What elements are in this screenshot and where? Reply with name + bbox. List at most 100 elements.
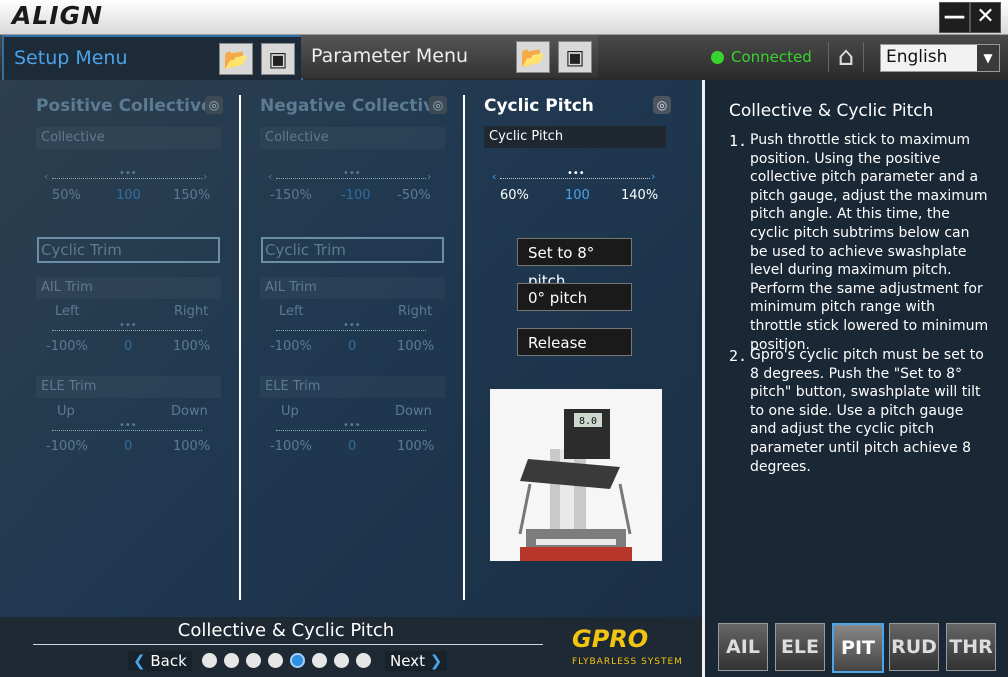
cyclic-trim-header: Cyclic Trim [261,237,444,263]
slider-thumb[interactable]: ••• [119,320,137,331]
column-divider [239,95,241,600]
channel-button-thr[interactable]: THR [946,623,996,671]
set-8-pitch-button[interactable]: Set to 8° pitch [517,238,632,290]
gpro-tagline: FLYBARLESS SYSTEM [572,657,683,667]
tick-label: -100 [341,188,371,203]
help-item-number: 1. [729,132,748,150]
reset-icon[interactable]: ◎ [429,96,447,114]
ail-left-label: Left [55,304,80,319]
slider-thumb[interactable]: ••• [119,420,137,431]
ele-up-label: Up [281,404,299,419]
ail-trim-field: AIL Trim [36,277,221,299]
folder-open-icon[interactable]: 📂 [219,43,253,75]
connected-indicator-icon [711,51,724,64]
chevron-right-icon[interactable]: › [651,170,655,183]
page-dot[interactable] [224,653,239,668]
connection-status: Connected [731,48,812,66]
collective-field: Collective [260,127,445,149]
tab-label: Setup Menu [14,47,128,69]
chevron-right-icon: ❯ [429,652,443,670]
page-dot[interactable] [312,653,327,668]
page-dot[interactable] [202,653,217,668]
tick-label: -100% [46,439,88,454]
save-icon[interactable]: ▣ [558,41,592,73]
ele-down-label: Down [395,404,432,419]
slider-thumb[interactable]: ••• [119,168,137,179]
align-logo: ALIGN [12,1,104,30]
gpro-logo: GPRO [572,625,649,653]
close-button[interactable]: ✕ [970,2,1001,33]
ele-up-label: Up [57,404,75,419]
home-icon[interactable]: ⌂ [828,42,864,72]
channel-button-rud[interactable]: RUD [889,623,939,671]
save-icon[interactable]: ▣ [261,43,295,75]
chevron-left-icon[interactable]: ‹ [44,170,48,183]
reset-icon[interactable]: ◎ [653,96,671,114]
chevron-left-icon[interactable]: ‹ [268,170,272,183]
positive-collective-title: Positive Collective [36,96,213,116]
page-dot[interactable] [356,653,371,668]
slider-thumb[interactable]: ••• [343,320,361,331]
channel-button-ele[interactable]: ELE [775,623,825,671]
tick-label: -100% [270,339,312,354]
page-dot[interactable] [246,653,261,668]
help-item-text: Gpro's cyclic pitch must be set to 8 deg… [750,347,984,475]
back-label: Back [150,652,187,670]
next-button[interactable]: Next ❯ [385,651,448,671]
tick-label: -100% [46,339,88,354]
cyclic-pitch-field: Cyclic Pitch [484,126,666,148]
channel-button-pit[interactable]: PIT [832,623,884,673]
ail-left-label: Left [279,304,304,319]
ail-trim-field: AIL Trim [260,277,445,299]
slider-thumb[interactable]: ••• [343,420,361,431]
page-dot[interactable] [268,653,283,668]
ele-trim-field: ELE Trim [260,376,445,398]
help-item-text: Push throttle stick to maximum position.… [750,132,989,353]
tick-label: 150% [173,188,211,203]
reset-icon[interactable]: ◎ [205,96,223,114]
release-button[interactable]: Release [517,328,632,356]
tick-label: 100% [397,439,435,454]
tick-label: 100% [397,339,435,354]
page-dot[interactable] [290,653,305,668]
ele-down-label: Down [171,404,208,419]
back-button[interactable]: ❮ Back [128,651,192,671]
tick-label: 100% [173,439,211,454]
zero-pitch-button[interactable]: 0° pitch [517,283,632,311]
tick-label: 0 [124,439,133,454]
cyclic-pitch-title: Cyclic Pitch [484,96,594,116]
tick-label: 50% [52,188,81,203]
folder-open-icon[interactable]: 📂 [516,41,550,73]
tick-label: -50% [397,188,431,203]
page-dot[interactable] [334,653,349,668]
column-divider [463,95,465,600]
tick-label: 100 [116,188,141,203]
minimize-button[interactable]: — [939,2,970,33]
chevron-left-icon[interactable]: ‹ [492,170,496,183]
collective-field: Collective [36,127,221,149]
tick-label: 60% [500,188,529,203]
tick-label: 0 [348,439,357,454]
footer-divider [33,644,543,645]
tab-parameter-menu[interactable]: Parameter Menu 📂 ▣ [301,35,598,78]
footer-title: Collective & Cyclic Pitch [177,620,395,641]
ele-trim-field: ELE Trim [36,376,221,398]
language-select[interactable]: English ▼ [880,44,1000,72]
help-title: Collective & Cyclic Pitch [729,101,934,121]
tick-label: 100 [565,188,590,203]
channel-button-ail[interactable]: AIL [718,623,768,671]
chevron-left-icon: ❮ [133,652,146,670]
chevron-right-icon[interactable]: › [203,170,207,183]
ail-right-label: Right [174,304,209,319]
ail-right-label: Right [398,304,433,319]
tab-setup-menu[interactable]: Setup Menu 📂 ▣ [2,35,303,80]
cyclic-trim-header: Cyclic Trim [37,237,220,263]
tick-label: 140% [621,188,659,203]
tab-label: Parameter Menu [311,45,469,67]
chevron-right-icon[interactable]: › [427,170,431,183]
chevron-down-icon: ▼ [977,45,999,71]
slider-thumb[interactable]: ••• [343,168,361,179]
tick-label: 0 [124,339,133,354]
tick-label: 100% [173,339,211,354]
slider-thumb[interactable]: ••• [567,168,585,179]
